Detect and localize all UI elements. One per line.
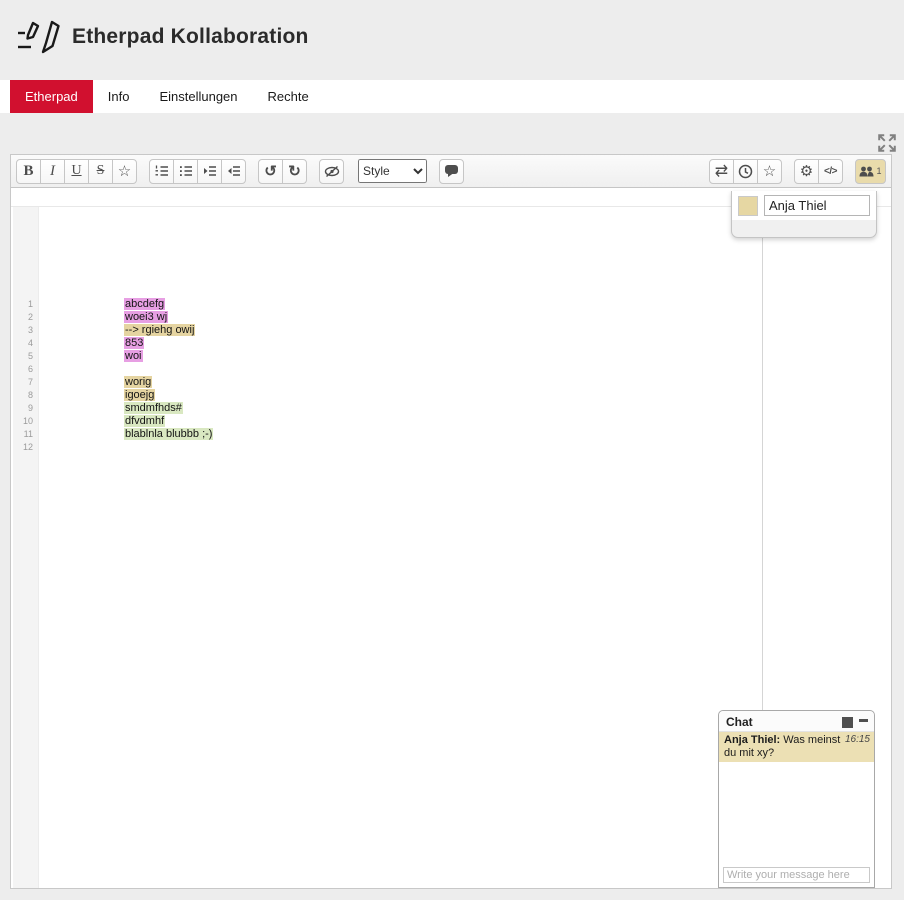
chat-header: Chat xyxy=(719,711,874,732)
line-number: 11 xyxy=(13,428,38,441)
undo-icon[interactable]: ↺ xyxy=(258,159,283,184)
editor-line[interactable]: blablnla blubbb ;-) xyxy=(124,428,213,441)
chat-message: 16:15Anja Thiel: Was meinst du mit xy? xyxy=(719,732,874,762)
editor-line[interactable]: abcdefg xyxy=(124,298,213,311)
line-number: 9 xyxy=(13,402,38,415)
timeslider-clock-icon[interactable] xyxy=(733,159,758,184)
users-icon xyxy=(859,166,874,177)
editor-line[interactable]: smdmfhds# xyxy=(124,402,213,415)
comment-group xyxy=(439,159,464,184)
editor-line[interactable]: dfvdmhf xyxy=(124,415,213,428)
chat-controls xyxy=(842,717,868,728)
users-dropdown-footer xyxy=(732,220,876,237)
page-header: Etherpad Kollaboration xyxy=(16,16,309,58)
fullscreen-expand-icon[interactable] xyxy=(877,133,897,153)
underline-button[interactable]: U xyxy=(64,159,89,184)
username-input[interactable] xyxy=(764,195,870,216)
indent-icon[interactable] xyxy=(197,159,222,184)
redo-icon[interactable]: ↻ xyxy=(282,159,307,184)
italic-button[interactable]: I xyxy=(40,159,65,184)
line-number-gutter: 123456789101112 xyxy=(13,207,39,888)
line-number: 5 xyxy=(13,350,38,363)
unordered-list-icon[interactable] xyxy=(173,159,198,184)
show-users-button[interactable]: 1 xyxy=(855,159,886,184)
page-title: Etherpad Kollaboration xyxy=(72,25,309,49)
user-row xyxy=(732,191,876,220)
tab-info[interactable]: Info xyxy=(93,80,145,113)
editor-line[interactable]: worig xyxy=(124,376,213,389)
tab-rechte[interactable]: Rechte xyxy=(253,80,324,113)
clear-authorship-eye-icon[interactable] xyxy=(319,159,344,184)
line-number: 3 xyxy=(13,324,38,337)
author-color-swatch[interactable] xyxy=(738,196,758,216)
line-number: 1 xyxy=(13,298,38,311)
chat-minimize-icon[interactable] xyxy=(859,719,868,722)
list-button-group xyxy=(149,159,246,184)
tab-bar: EtherpadInfoEinstellungenRechte xyxy=(0,80,904,113)
line-number: 7 xyxy=(13,376,38,389)
chat-message-input[interactable] xyxy=(723,867,870,883)
editor-line[interactable] xyxy=(124,441,213,454)
comment-icon[interactable] xyxy=(439,159,464,184)
history-group: ⇄ ☆ xyxy=(709,159,782,184)
editor-line[interactable]: igoejg xyxy=(124,389,213,402)
users-group: 1 xyxy=(855,159,886,184)
users-dropdown xyxy=(731,191,877,238)
ordered-list-icon[interactable] xyxy=(149,159,174,184)
line-number: 8 xyxy=(13,389,38,402)
outdent-icon[interactable] xyxy=(221,159,246,184)
toolbar-right-section: ⇄ ☆ ⚙ </> xyxy=(709,159,886,184)
editor-text-content[interactable]: abcdefgwoei3 wj--> rgiehg owij853woi wori… xyxy=(124,298,213,454)
line-number: 2 xyxy=(13,311,38,324)
line-number: 6 xyxy=(13,363,38,376)
saved-revision-star-icon[interactable]: ☆ xyxy=(757,159,782,184)
tab-einstellungen[interactable]: Einstellungen xyxy=(144,80,252,113)
editor-line[interactable]: --> rgiehg owij xyxy=(124,324,213,337)
chat-title: Chat xyxy=(726,715,753,729)
settings-gear-icon[interactable]: ⚙ xyxy=(794,159,819,184)
chat-message-list: 16:15Anja Thiel: Was meinst du mit xy? xyxy=(719,732,874,887)
star-format-button[interactable]: ☆ xyxy=(112,159,137,184)
bold-button[interactable]: B xyxy=(16,159,41,184)
editor-line[interactable]: woei3 wj xyxy=(124,311,213,324)
import-export-icon[interactable]: ⇄ xyxy=(709,159,734,184)
line-number: 4 xyxy=(13,337,38,350)
etherpad-toolbar: B I U S ☆ xyxy=(11,155,891,188)
line-number: 10 xyxy=(13,415,38,428)
tab-etherpad[interactable]: Etherpad xyxy=(10,80,93,113)
format-button-group: B I U S ☆ xyxy=(16,159,137,184)
line-number: 12 xyxy=(13,441,38,454)
chat-stick-to-screen-icon[interactable] xyxy=(842,717,853,728)
etherpad-pencil-icon xyxy=(16,16,60,58)
authorship-group xyxy=(319,159,344,184)
settings-group: ⚙ </> xyxy=(794,159,843,184)
chat-box: Chat 16:15Anja Thiel: Was meinst du mit … xyxy=(718,710,875,888)
online-user-count: 1 xyxy=(876,166,881,176)
style-select[interactable]: Style xyxy=(358,159,427,183)
embed-code-icon[interactable]: </> xyxy=(818,159,843,184)
editor-line[interactable]: woi xyxy=(124,350,213,363)
undo-redo-group: ↺ ↻ xyxy=(258,159,307,184)
strikethrough-button[interactable]: S xyxy=(88,159,113,184)
editor-line[interactable] xyxy=(124,363,213,376)
editor-line[interactable]: 853 xyxy=(124,337,213,350)
